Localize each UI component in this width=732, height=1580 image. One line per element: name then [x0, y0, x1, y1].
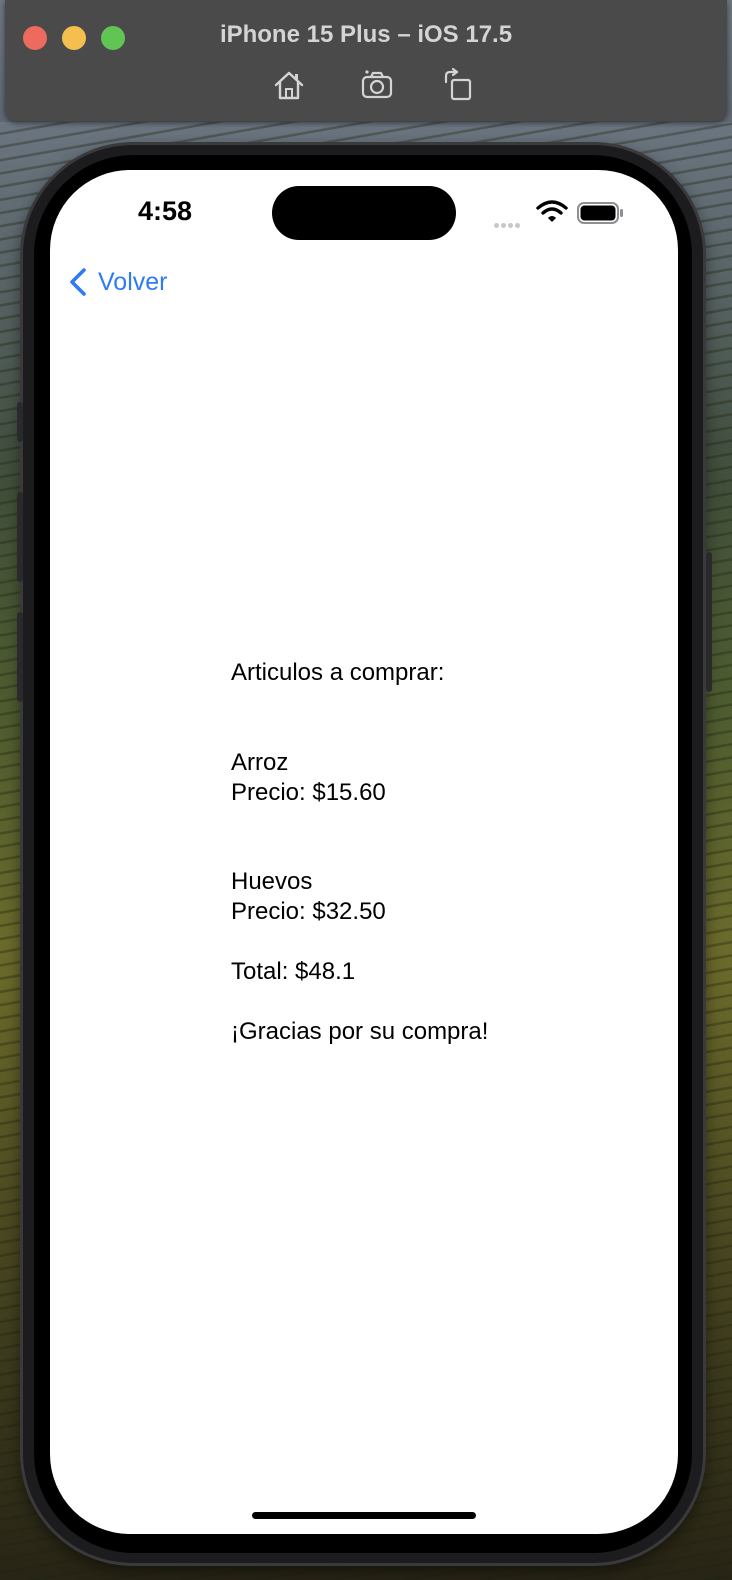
device-screen: 4:58 Volver Articulos a comprar: Arroz P…	[50, 170, 678, 1534]
list-item: Huevos Precio: $32.50	[231, 867, 488, 927]
item-name: Arroz	[231, 749, 289, 776]
item-name: Huevos	[231, 868, 313, 895]
screenshot-button[interactable]	[359, 68, 395, 102]
battery-icon	[577, 202, 623, 224]
purchase-summary: Articulos a comprar: Arroz Precio: $15.6…	[231, 658, 488, 1047]
thank-you-message: ¡Gracias por su compra!	[231, 1018, 489, 1045]
item-price: Precio: $15.60	[231, 779, 386, 806]
total-label: Total: $48.1	[231, 958, 356, 985]
cellular-signal-icon	[494, 215, 522, 233]
screenshot-icon	[361, 70, 393, 99]
back-button[interactable]: Volver	[68, 265, 167, 299]
side-button	[706, 552, 712, 692]
chevron-left-icon	[70, 268, 86, 296]
status-time: 4:58	[138, 196, 193, 226]
back-button-label: Volver	[98, 267, 168, 296]
volume-up-button	[17, 492, 23, 582]
home-indicator[interactable]	[252, 1512, 476, 1519]
rotate-button[interactable]	[438, 67, 474, 102]
window-title: iPhone 15 Plus – iOS 17.5	[219, 21, 513, 48]
action-button	[17, 402, 23, 442]
home-icon	[274, 71, 304, 100]
wifi-icon	[536, 200, 568, 222]
home-button[interactable]	[271, 68, 307, 102]
simulator-titlebar: iPhone 15 Plus – iOS 17.5	[5, 0, 727, 121]
purchase-heading: Articulos a comprar:	[231, 659, 445, 686]
volume-down-button	[17, 612, 23, 702]
item-price: Precio: $32.50	[231, 898, 386, 925]
rotate-icon	[444, 67, 472, 101]
dynamic-island	[272, 186, 456, 240]
list-item: Arroz Precio: $15.60	[231, 748, 488, 808]
